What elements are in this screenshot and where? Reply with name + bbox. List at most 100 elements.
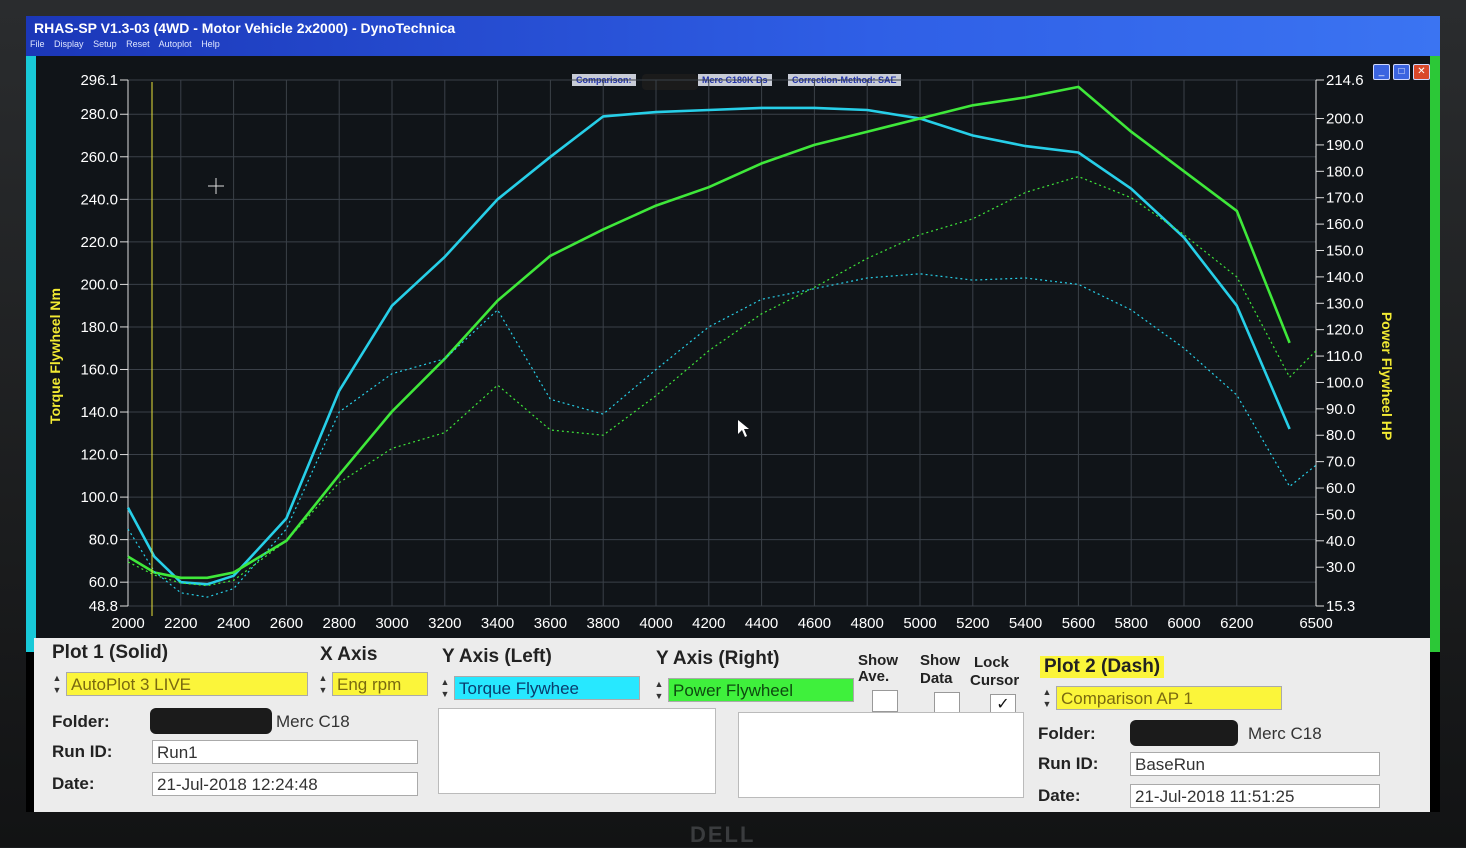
redacted-folder-2 — [1130, 720, 1238, 746]
show-ave-checkbox[interactable] — [872, 690, 898, 712]
date-field-2[interactable]: 21-Jul-2018 11:51:25 — [1130, 784, 1380, 808]
show-data-checkbox[interactable] — [934, 692, 960, 714]
date-label-2: Date: — [1038, 786, 1081, 805]
y-axis-left-label: Torque Flywheel Nm — [47, 288, 63, 424]
dyno-chart[interactable]: 296.1 280.0 260.0 240.0 220.0 200.0 180.0 160.0… — [26, 56, 1440, 652]
x-tick-label: 2400 — [217, 615, 250, 632]
y2-tick-label: 130.0 — [1326, 295, 1364, 312]
date-field[interactable]: 21-Jul-2018 12:24:48 — [152, 772, 418, 796]
y2-tick-label: 170.0 — [1326, 190, 1364, 207]
menu-item-help[interactable]: Help — [201, 39, 220, 49]
x-tick-label: 3000 — [375, 615, 408, 632]
y-tick-label: 200.0 — [80, 276, 118, 293]
window-title: RHAS-SP V1.3-03 (4WD - Motor Vehicle 2x2… — [34, 20, 456, 36]
y-tick-label: 260.0 — [80, 149, 118, 166]
menu-item-file[interactable]: File — [30, 39, 45, 49]
y2-tick-label: 180.0 — [1326, 163, 1364, 180]
series-line — [127, 175, 1317, 587]
x-tick-label: 4400 — [745, 615, 778, 632]
x-tick-label: 6200 — [1220, 615, 1253, 632]
y-tick-label: 240.0 — [80, 191, 118, 208]
y-axis-right-ticks: 214.6 200.0 190.0 180.0 170.0 160.0 150.0 140.0… — [1316, 72, 1364, 615]
folder-label: Folder: — [52, 712, 110, 731]
plot1-spinner[interactable]: ▲ ▼ — [52, 672, 62, 696]
y-tick-label: 180.0 — [80, 319, 118, 336]
x-tick-label: 5800 — [1115, 615, 1148, 632]
title-bar: RHAS-SP V1.3-03 (4WD - Motor Vehicle 2x2… — [26, 16, 1440, 56]
plot1-title: Plot 1 (Solid) — [52, 642, 169, 663]
y2-tick-label: 50.0 — [1326, 506, 1355, 523]
x-tick-label: 3600 — [534, 615, 567, 632]
notes-box-left[interactable] — [438, 708, 716, 794]
crosshair-icon — [208, 178, 224, 194]
x-tick-label: 2600 — [270, 615, 303, 632]
y2-tick-label: 80.0 — [1326, 427, 1355, 444]
run-id-field[interactable]: Run1 — [152, 740, 418, 764]
plot2-select[interactable]: Comparison AP 1 — [1056, 686, 1282, 710]
show-ave-label-2: Ave. — [858, 668, 890, 685]
mouse-pointer-icon — [738, 420, 749, 437]
y-tick-label: 48.8 — [89, 598, 118, 615]
run-id-label: Run ID: — [52, 742, 113, 761]
y2-tick-label: 200.0 — [1326, 111, 1364, 128]
folder-value: Merc C18 — [276, 712, 350, 731]
plot2-spinner[interactable]: ▲ ▼ — [1042, 686, 1052, 710]
menu-item-setup[interactable]: Setup — [93, 39, 117, 49]
x-tick-label: 4000 — [639, 615, 672, 632]
monitor-brand: DELL — [690, 822, 756, 847]
x-tick-label: 3800 — [587, 615, 620, 632]
control-panel: Plot 1 (Solid) ▲ ▼ AutoPlot 3 LIVE X Axis… — [34, 638, 1430, 812]
chart-series — [126, 85, 1317, 598]
y-axis-right-title: Y Axis (Right) — [656, 648, 780, 669]
y-tick-label: 100.0 — [80, 489, 118, 506]
y-tick-label: 120.0 — [80, 447, 118, 464]
x-tick-label: 4200 — [692, 615, 725, 632]
menu-item-autoplot[interactable]: Autoplot — [159, 39, 192, 49]
plot1-select[interactable]: AutoPlot 3 LIVE — [66, 672, 308, 696]
y2-tick-label: 190.0 — [1326, 137, 1364, 154]
y2-tick-label: 160.0 — [1326, 216, 1364, 233]
y2-tick-label: 60.0 — [1326, 480, 1355, 497]
x-tick-label: 5400 — [1009, 615, 1042, 632]
y-tick-label: 160.0 — [80, 361, 118, 378]
y-tick-label: 280.0 — [80, 106, 118, 123]
x-axis-ticks: 2000 2200 2400 2600 2800 3000 3200 3400 3600 3800… — [111, 615, 1332, 632]
app-window: RHAS-SP V1.3-03 (4WD - Motor Vehicle 2x2… — [26, 16, 1440, 812]
folder-value-2: Merc C18 — [1248, 724, 1322, 743]
y2-tick-label: 110.0 — [1326, 348, 1362, 365]
menu-item-reset[interactable]: Reset — [126, 39, 150, 49]
y-axis-left-ticks: 296.1 280.0 260.0 240.0 220.0 200.0 180.0 160.0… — [80, 72, 128, 615]
y-tick-label: 296.1 — [80, 72, 118, 89]
show-data-label-1: Show — [920, 652, 960, 669]
y2-tick-label: 90.0 — [1326, 401, 1355, 418]
y-axis-left-select[interactable]: Torque Flywhee — [454, 676, 640, 700]
notes-box-right[interactable] — [738, 712, 1024, 798]
lock-cursor-label-2: Cursor — [970, 672, 1020, 689]
y-axis-left-title: Y Axis (Left) — [442, 646, 552, 667]
x-axis-title: X Axis — [320, 644, 378, 665]
x-axis-spinner[interactable]: ▲ ▼ — [318, 672, 328, 696]
run-id-label-2: Run ID: — [1038, 754, 1099, 773]
redacted-folder — [150, 708, 272, 734]
x-tick-label: 2000 — [111, 615, 144, 632]
x-axis-select[interactable]: Eng rpm — [332, 672, 428, 696]
y2-tick-label: 30.0 — [1326, 559, 1355, 576]
menu-bar: File Display Setup Reset Autoplot Help — [30, 39, 227, 49]
run-id-field-2[interactable]: BaseRun — [1130, 752, 1380, 776]
folder-label-2: Folder: — [1038, 724, 1096, 743]
show-ave-label-1: Show — [858, 652, 898, 669]
menu-item-display[interactable]: Display — [54, 39, 84, 49]
x-tick-label: 3200 — [428, 615, 461, 632]
date-label: Date: — [52, 774, 95, 793]
y-axis-right-select[interactable]: Power Flywheel — [668, 678, 854, 702]
y-axis-left-spinner[interactable]: ▲ ▼ — [440, 676, 450, 700]
x-tick-label: 2200 — [164, 615, 197, 632]
x-tick-label: 6000 — [1167, 615, 1200, 632]
x-tick-label: 6500 — [1299, 615, 1332, 632]
y2-tick-label: 40.0 — [1326, 533, 1355, 550]
y-tick-label: 80.0 — [89, 532, 118, 549]
y2-tick-label: 100.0 — [1326, 374, 1364, 391]
y-tick-label: 60.0 — [89, 574, 118, 591]
y-axis-right-spinner[interactable]: ▲ ▼ — [654, 678, 664, 702]
y-tick-label: 140.0 — [80, 404, 118, 421]
